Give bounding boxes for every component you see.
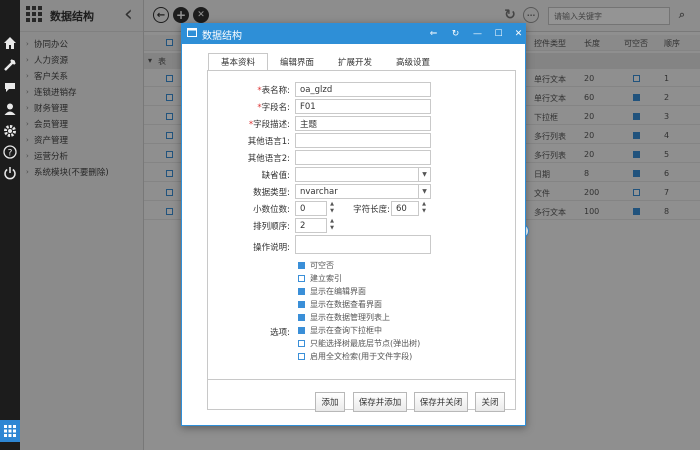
- char-length-stepper[interactable]: [391, 201, 419, 216]
- sort-order-label: 排列顺序:: [253, 222, 290, 232]
- save-add-button[interactable]: 保存并添加: [353, 392, 407, 412]
- chevron-down-icon[interactable]: ▼: [419, 184, 431, 199]
- minimize-icon[interactable]: —: [471, 27, 484, 40]
- default-value-label: 缺省值:: [261, 171, 290, 181]
- home-icon[interactable]: [1, 34, 19, 52]
- char-length-spin-icon[interactable]: ▲ ▼: [420, 201, 428, 216]
- tab-advanced[interactable]: 高级设置: [384, 53, 442, 71]
- icon-rail: ?: [0, 0, 20, 450]
- option-show-edit[interactable]: 显示在编辑界面: [298, 286, 366, 297]
- checkbox[interactable]: [298, 262, 305, 269]
- chat-icon[interactable]: [1, 78, 19, 96]
- options-label: 选项:: [270, 328, 290, 338]
- sort-order-stepper[interactable]: [295, 218, 327, 233]
- option-show-view[interactable]: 显示在数据查看界面: [298, 299, 382, 310]
- other-lang1-label: 其他语言1:: [247, 137, 290, 147]
- checkbox[interactable]: [298, 327, 305, 334]
- checkbox[interactable]: [298, 314, 305, 321]
- dialog-title: 数据结构: [202, 30, 242, 42]
- checkbox[interactable]: [298, 340, 305, 347]
- save-close-button[interactable]: 保存并关闭: [414, 392, 468, 412]
- dialog-button-bar: 添加 保存并添加 保存并关闭 关闭: [207, 379, 516, 414]
- help-icon[interactable]: ?: [1, 143, 19, 161]
- field-form: *表名称: *字段名: *字段描述: 其他语言1: 其他语言2: 缺省值: ▼ …: [207, 70, 516, 410]
- chevron-down-icon[interactable]: ▼: [419, 167, 431, 182]
- checkbox[interactable]: [298, 301, 305, 308]
- instructions-field[interactable]: [295, 235, 431, 254]
- option-show-query[interactable]: 显示在查询下拉框中: [298, 325, 382, 336]
- option-show-list[interactable]: 显示在数据管理列表上: [298, 312, 390, 323]
- svg-text:?: ?: [8, 149, 13, 159]
- table-name-label: *表名称:: [257, 86, 290, 96]
- checkbox[interactable]: [298, 288, 305, 295]
- field-name-field[interactable]: [295, 99, 431, 114]
- data-type-select[interactable]: [295, 184, 419, 199]
- apps-grid-icon[interactable]: [0, 420, 20, 442]
- maximize-icon[interactable]: ☐: [492, 27, 505, 40]
- other-lang2-label: 其他语言2:: [247, 154, 290, 164]
- sort-order-spin-icon[interactable]: ▲ ▼: [328, 218, 336, 233]
- field-name-label: *字段名:: [257, 103, 290, 113]
- close-button[interactable]: 关闭: [475, 392, 505, 412]
- checkbox[interactable]: [298, 353, 305, 360]
- tab-basic-info[interactable]: 基本资料: [208, 53, 269, 71]
- instructions-label: 操作说明:: [253, 243, 290, 253]
- field-dialog: 数据结构 ⇐ ↻ — ☐ ✕ 基本资料 编辑界面 扩展开发 高级设置 *表名称:…: [181, 23, 526, 426]
- table-name-field[interactable]: [295, 82, 431, 97]
- add-button[interactable]: 添加: [315, 392, 345, 412]
- decimals-label: 小数位数:: [253, 205, 290, 215]
- pin-icon[interactable]: ⇐: [427, 27, 440, 40]
- data-type-label: 数据类型:: [253, 188, 290, 198]
- settings-icon[interactable]: [1, 122, 19, 140]
- refresh-icon[interactable]: ↻: [449, 27, 462, 40]
- checkbox[interactable]: [298, 275, 305, 282]
- dialog-tabs: 基本资料 编辑界面 扩展开发 高级设置: [208, 53, 442, 71]
- default-value-select[interactable]: [295, 167, 419, 182]
- field-desc-field[interactable]: [295, 116, 431, 131]
- char-length-label: 字符长度:: [353, 205, 390, 215]
- other-lang1-field[interactable]: [295, 133, 431, 148]
- power-icon[interactable]: [1, 164, 19, 182]
- user-icon[interactable]: [1, 100, 19, 118]
- other-lang2-field[interactable]: [295, 150, 431, 165]
- close-icon[interactable]: ✕: [512, 27, 525, 40]
- window-icon: [187, 28, 197, 40]
- tools-icon[interactable]: [1, 56, 19, 74]
- tab-extension[interactable]: 扩展开发: [326, 53, 384, 71]
- tab-edit-ui[interactable]: 编辑界面: [268, 53, 326, 71]
- field-desc-label: *字段描述:: [248, 120, 290, 130]
- option-index[interactable]: 建立索引: [298, 273, 342, 284]
- option-nullable[interactable]: 可空否: [298, 260, 334, 271]
- option-fulltext[interactable]: 启用全文检索(用于文件字段): [298, 351, 412, 362]
- option-leaf-only[interactable]: 只能选择树最底层节点(弹出树): [298, 338, 420, 349]
